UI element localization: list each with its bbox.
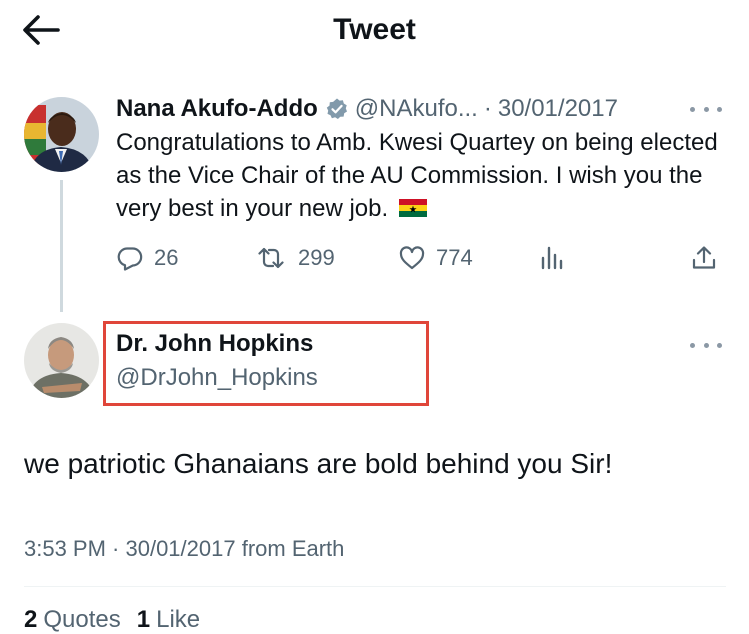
share-icon <box>692 246 716 269</box>
verified-badge-icon <box>326 98 347 119</box>
author-handle[interactable]: @NAkufo... <box>355 95 478 123</box>
retweet-count: 299 <box>298 245 335 270</box>
reply-more-options-button[interactable] <box>690 337 722 353</box>
avatar-image <box>24 323 99 398</box>
reply-tweet-text: we patriotic Ghanaians are bold behind y… <box>24 448 613 479</box>
like-button[interactable]: 774 <box>398 240 473 276</box>
reply-author-name[interactable]: Dr. John Hopkins <box>116 330 313 358</box>
parent-tweet-header: Nana Akufo-Addo @NAkufo... · 30/01/2017 <box>116 92 618 126</box>
tweet-actions-bar: 26 299 774 <box>116 240 726 276</box>
tweet-date[interactable]: 30/01/2017 <box>498 95 618 123</box>
engagement-stats: 2 Quotes 1 Like <box>24 606 216 634</box>
retweet-icon <box>258 247 284 269</box>
page-title: Tweet <box>333 13 416 46</box>
quotes-count: 2 <box>24 606 38 633</box>
reply-count: 26 <box>154 245 179 270</box>
quotes-stat[interactable]: 2 Quotes <box>24 606 121 634</box>
heart-icon <box>399 246 425 270</box>
share-button[interactable] <box>690 240 718 276</box>
analytics-icon <box>541 246 563 270</box>
reply-timestamp: 3:53 PM · 30/01/2017 from Earth <box>24 536 345 561</box>
quotes-label: Quotes <box>43 606 121 633</box>
more-options-button[interactable] <box>690 101 722 117</box>
avatar-image <box>24 97 99 172</box>
likes-label: Like <box>156 606 201 633</box>
more-dots-icon <box>690 342 695 348</box>
author-name[interactable]: Nana Akufo-Addo <box>116 95 318 123</box>
like-count: 774 <box>436 245 473 270</box>
reply-button[interactable]: 26 <box>116 240 178 276</box>
likes-count: 1 <box>136 606 151 633</box>
divider <box>24 586 726 587</box>
more-dots-icon <box>690 106 695 112</box>
top-bar: Tweet <box>0 0 749 62</box>
avatar-nana-akufo-addo[interactable] <box>24 97 99 172</box>
retweet-button[interactable]: 299 <box>254 240 335 276</box>
parent-tweet-text: Congratulations to Amb. Kwesi Quartey on… <box>116 126 726 225</box>
separator-dot: · <box>483 95 492 122</box>
reply-author-handle[interactable]: @DrJohn_Hopkins <box>116 364 318 392</box>
analytics-button[interactable] <box>538 240 566 276</box>
likes-stat[interactable]: 1 Like <box>137 606 200 634</box>
thread-connector-line <box>60 180 63 312</box>
ghana-flag-icon <box>398 199 427 217</box>
avatar-john-hopkins[interactable] <box>24 323 99 398</box>
reply-icon <box>117 247 143 271</box>
